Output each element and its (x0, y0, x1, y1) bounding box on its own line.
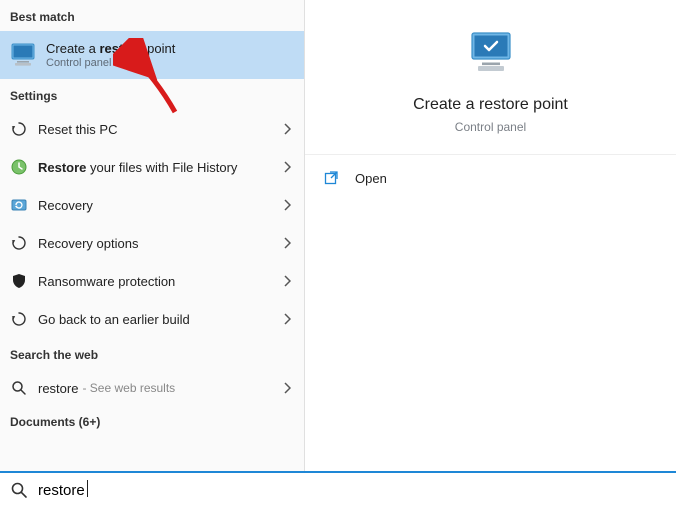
settings-item-recovery[interactable]: Recovery (0, 186, 304, 224)
results-panel: Best match Create a restore point Contro… (0, 0, 305, 471)
settings-item-label: Recovery (38, 198, 280, 213)
web-query-label: restore (38, 381, 78, 396)
open-icon (323, 169, 341, 187)
settings-item-reset-this-pc[interactable]: Reset this PC (0, 110, 304, 148)
settings-item-ransomware[interactable]: Ransomware protection (0, 262, 304, 300)
settings-item-file-history[interactable]: Restore your files with File History (0, 148, 304, 186)
best-match-subtitle: Control panel (46, 57, 175, 69)
settings-header: Settings (0, 79, 304, 110)
search-input[interactable] (36, 478, 87, 503)
best-match-header: Best match (0, 0, 304, 31)
search-icon (8, 377, 30, 399)
system-icon (6, 38, 40, 72)
web-hint-label: - See web results (82, 381, 175, 395)
reset-icon (8, 308, 30, 330)
web-search-result[interactable]: restore - See web results (0, 369, 304, 407)
settings-item-label: Reset this PC (38, 122, 280, 137)
chevron-right-icon (280, 160, 294, 174)
settings-item-label: Go back to an earlier build (38, 312, 280, 327)
shield-icon (8, 270, 30, 292)
settings-item-earlier-build[interactable]: Go back to an earlier build (0, 300, 304, 338)
chevron-right-icon (280, 122, 294, 136)
recovery-icon (8, 194, 30, 216)
settings-item-label: Ransomware protection (38, 274, 280, 289)
settings-item-recovery-options[interactable]: Recovery options (0, 224, 304, 262)
chevron-right-icon (280, 198, 294, 212)
open-label: Open (355, 171, 387, 186)
chevron-right-icon (280, 312, 294, 326)
reset-icon (8, 232, 30, 254)
open-action[interactable]: Open (305, 155, 676, 201)
system-icon-large (315, 26, 666, 82)
chevron-right-icon (280, 274, 294, 288)
settings-item-label: Recovery options (38, 236, 280, 251)
chevron-right-icon (280, 236, 294, 250)
clock-icon (8, 156, 30, 178)
search-bar[interactable] (0, 471, 676, 507)
reset-icon (8, 118, 30, 140)
search-web-header: Search the web (0, 338, 304, 369)
preview-header: Create a restore point Control panel (305, 0, 676, 155)
preview-panel: Create a restore point Control panel Ope… (305, 0, 676, 471)
settings-item-label: Restore your files with File History (38, 160, 280, 175)
best-match-result[interactable]: Create a restore point Control panel (0, 31, 304, 79)
preview-title: Create a restore point (315, 96, 666, 114)
preview-subtitle: Control panel (315, 120, 666, 134)
documents-header[interactable]: Documents (6+) (0, 407, 304, 437)
best-match-title: Create a restore point (46, 41, 175, 56)
search-icon (10, 481, 28, 499)
chevron-right-icon (280, 381, 294, 395)
